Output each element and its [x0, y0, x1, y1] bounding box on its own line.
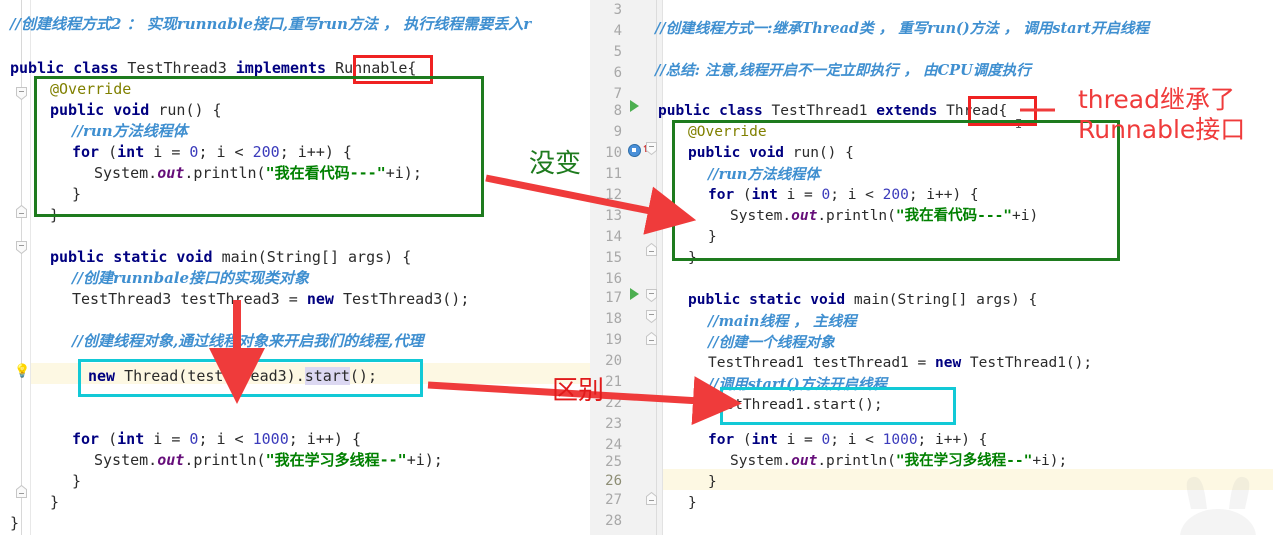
- line-number: 8: [613, 103, 622, 119]
- line-number: 4: [613, 23, 622, 39]
- left-gutter[interactable]: 💡: [0, 0, 31, 535]
- fold-icon[interactable]: [16, 86, 27, 101]
- line-number: 27: [605, 492, 622, 508]
- line-number: 18: [605, 311, 622, 327]
- annotation-thread-note-line2: Runnable接口: [1078, 115, 1246, 144]
- left-class-close-brace: }: [10, 514, 20, 532]
- fold-icon[interactable]: [16, 203, 27, 218]
- fold-icon[interactable]: [646, 330, 657, 345]
- left-create-impl-comment: //创建runnbale接口的实现类对象: [72, 269, 310, 287]
- left-for1000-close-brace: }: [72, 472, 82, 490]
- line-number-active: 26: [605, 473, 622, 489]
- fold-icon[interactable]: [646, 288, 657, 303]
- right-println-learning: System.out.println("我在学习多线程--"+i);: [730, 453, 1068, 469]
- left-start-cyan-box: [78, 359, 423, 397]
- line-number: 24: [605, 437, 622, 453]
- line-number: 10: [605, 145, 622, 161]
- breakpoint-icon[interactable]: [628, 144, 641, 157]
- line-number: 3: [613, 2, 622, 18]
- right-start-cyan-box: [720, 387, 956, 425]
- left-for-loop-1000: for (int i = 0; i < 1000; i++) {: [72, 430, 361, 448]
- left-editor-pane[interactable]: 💡 //创建线程方式2 ： 实现runnable接口,重写run方法 ， 执行线…: [0, 0, 590, 535]
- screenshot-root: 💡 //创建线程方式2 ： 实现runnable接口,重写run方法 ， 执行线…: [0, 0, 1273, 535]
- line-number: 12: [605, 187, 622, 203]
- left-proxy-comment: //创建线程对象,通过线程对象来开启我们的线程,代理: [72, 332, 424, 350]
- fold-icon[interactable]: [646, 309, 657, 324]
- intention-bulb-icon[interactable]: 💡: [14, 364, 30, 379]
- fold-icon[interactable]: [16, 240, 27, 255]
- fold-icon[interactable]: [646, 490, 657, 505]
- line-number: 14: [605, 229, 622, 245]
- left-instantiate-testthread3: TestThread3 testThread3 = new TestThread…: [72, 290, 470, 308]
- line-number: 6: [613, 65, 622, 81]
- right-for-loop-1000: for (int i = 0; i < 1000; i++) {: [708, 432, 988, 448]
- right-line-comment-2: //总结: 注意,线程开启不一定立即执行 ， 由CPU调度执行: [655, 62, 1031, 79]
- right-main-method-signature: public static void main(String[] args) {: [688, 292, 1038, 308]
- right-gutter[interactable]: ↑ 3 4 5 6 7 8 9 10 11 12 13 14 15 16 17 …: [590, 0, 663, 535]
- left-main-close-brace: }: [50, 493, 60, 511]
- fold-icon[interactable]: [646, 141, 657, 156]
- line-number: 17: [605, 290, 622, 306]
- fold-icon[interactable]: [16, 483, 27, 498]
- line-number: 28: [605, 513, 622, 529]
- right-main-thread-comment: //main线程 ， 主线程: [708, 313, 857, 330]
- right-instantiate-testthread1: TestThread1 testThread1 = new TestThread…: [708, 355, 1093, 371]
- left-gutter-rail: [21, 0, 22, 535]
- line-number: 25: [605, 454, 622, 470]
- line-number: 7: [613, 86, 622, 102]
- left-run-method-green-box: [34, 76, 484, 217]
- right-for1000-close-brace: }: [708, 474, 717, 490]
- line-number: 19: [605, 332, 622, 348]
- run-arrow-icon[interactable]: [630, 100, 639, 112]
- annotation-difference: 区别: [552, 376, 605, 406]
- line-number: 20: [605, 353, 622, 369]
- watermark-icon: [1153, 463, 1273, 535]
- annotation-unchanged: 没变: [529, 149, 582, 179]
- right-run-method-green-box: [672, 120, 1120, 261]
- line-number: 13: [605, 208, 622, 224]
- left-line-comment-1: //创建线程方式2 ： 实现runnable接口,重写run方法 ， 执行线程需…: [10, 15, 532, 33]
- run-arrow-icon[interactable]: [630, 288, 639, 300]
- line-number: 16: [605, 271, 622, 287]
- fold-icon[interactable]: [646, 241, 657, 256]
- line-number: 9: [613, 124, 622, 140]
- right-create-object-comment: //创建一个线程对象: [708, 334, 835, 351]
- line-number: 11: [605, 166, 622, 182]
- left-println-learning: System.out.println("我在学习多线程--"+i);: [94, 451, 443, 469]
- right-main-close-brace: }: [688, 495, 697, 511]
- line-number: 23: [605, 416, 622, 432]
- left-main-method-signature: public static void main(String[] args) {: [50, 248, 412, 266]
- right-line-comment-1: //创建线程方式一:继承Thread类 ， 重写run()方法 ， 调用star…: [655, 20, 1149, 37]
- line-number: 15: [605, 250, 622, 266]
- line-number: 5: [613, 44, 622, 60]
